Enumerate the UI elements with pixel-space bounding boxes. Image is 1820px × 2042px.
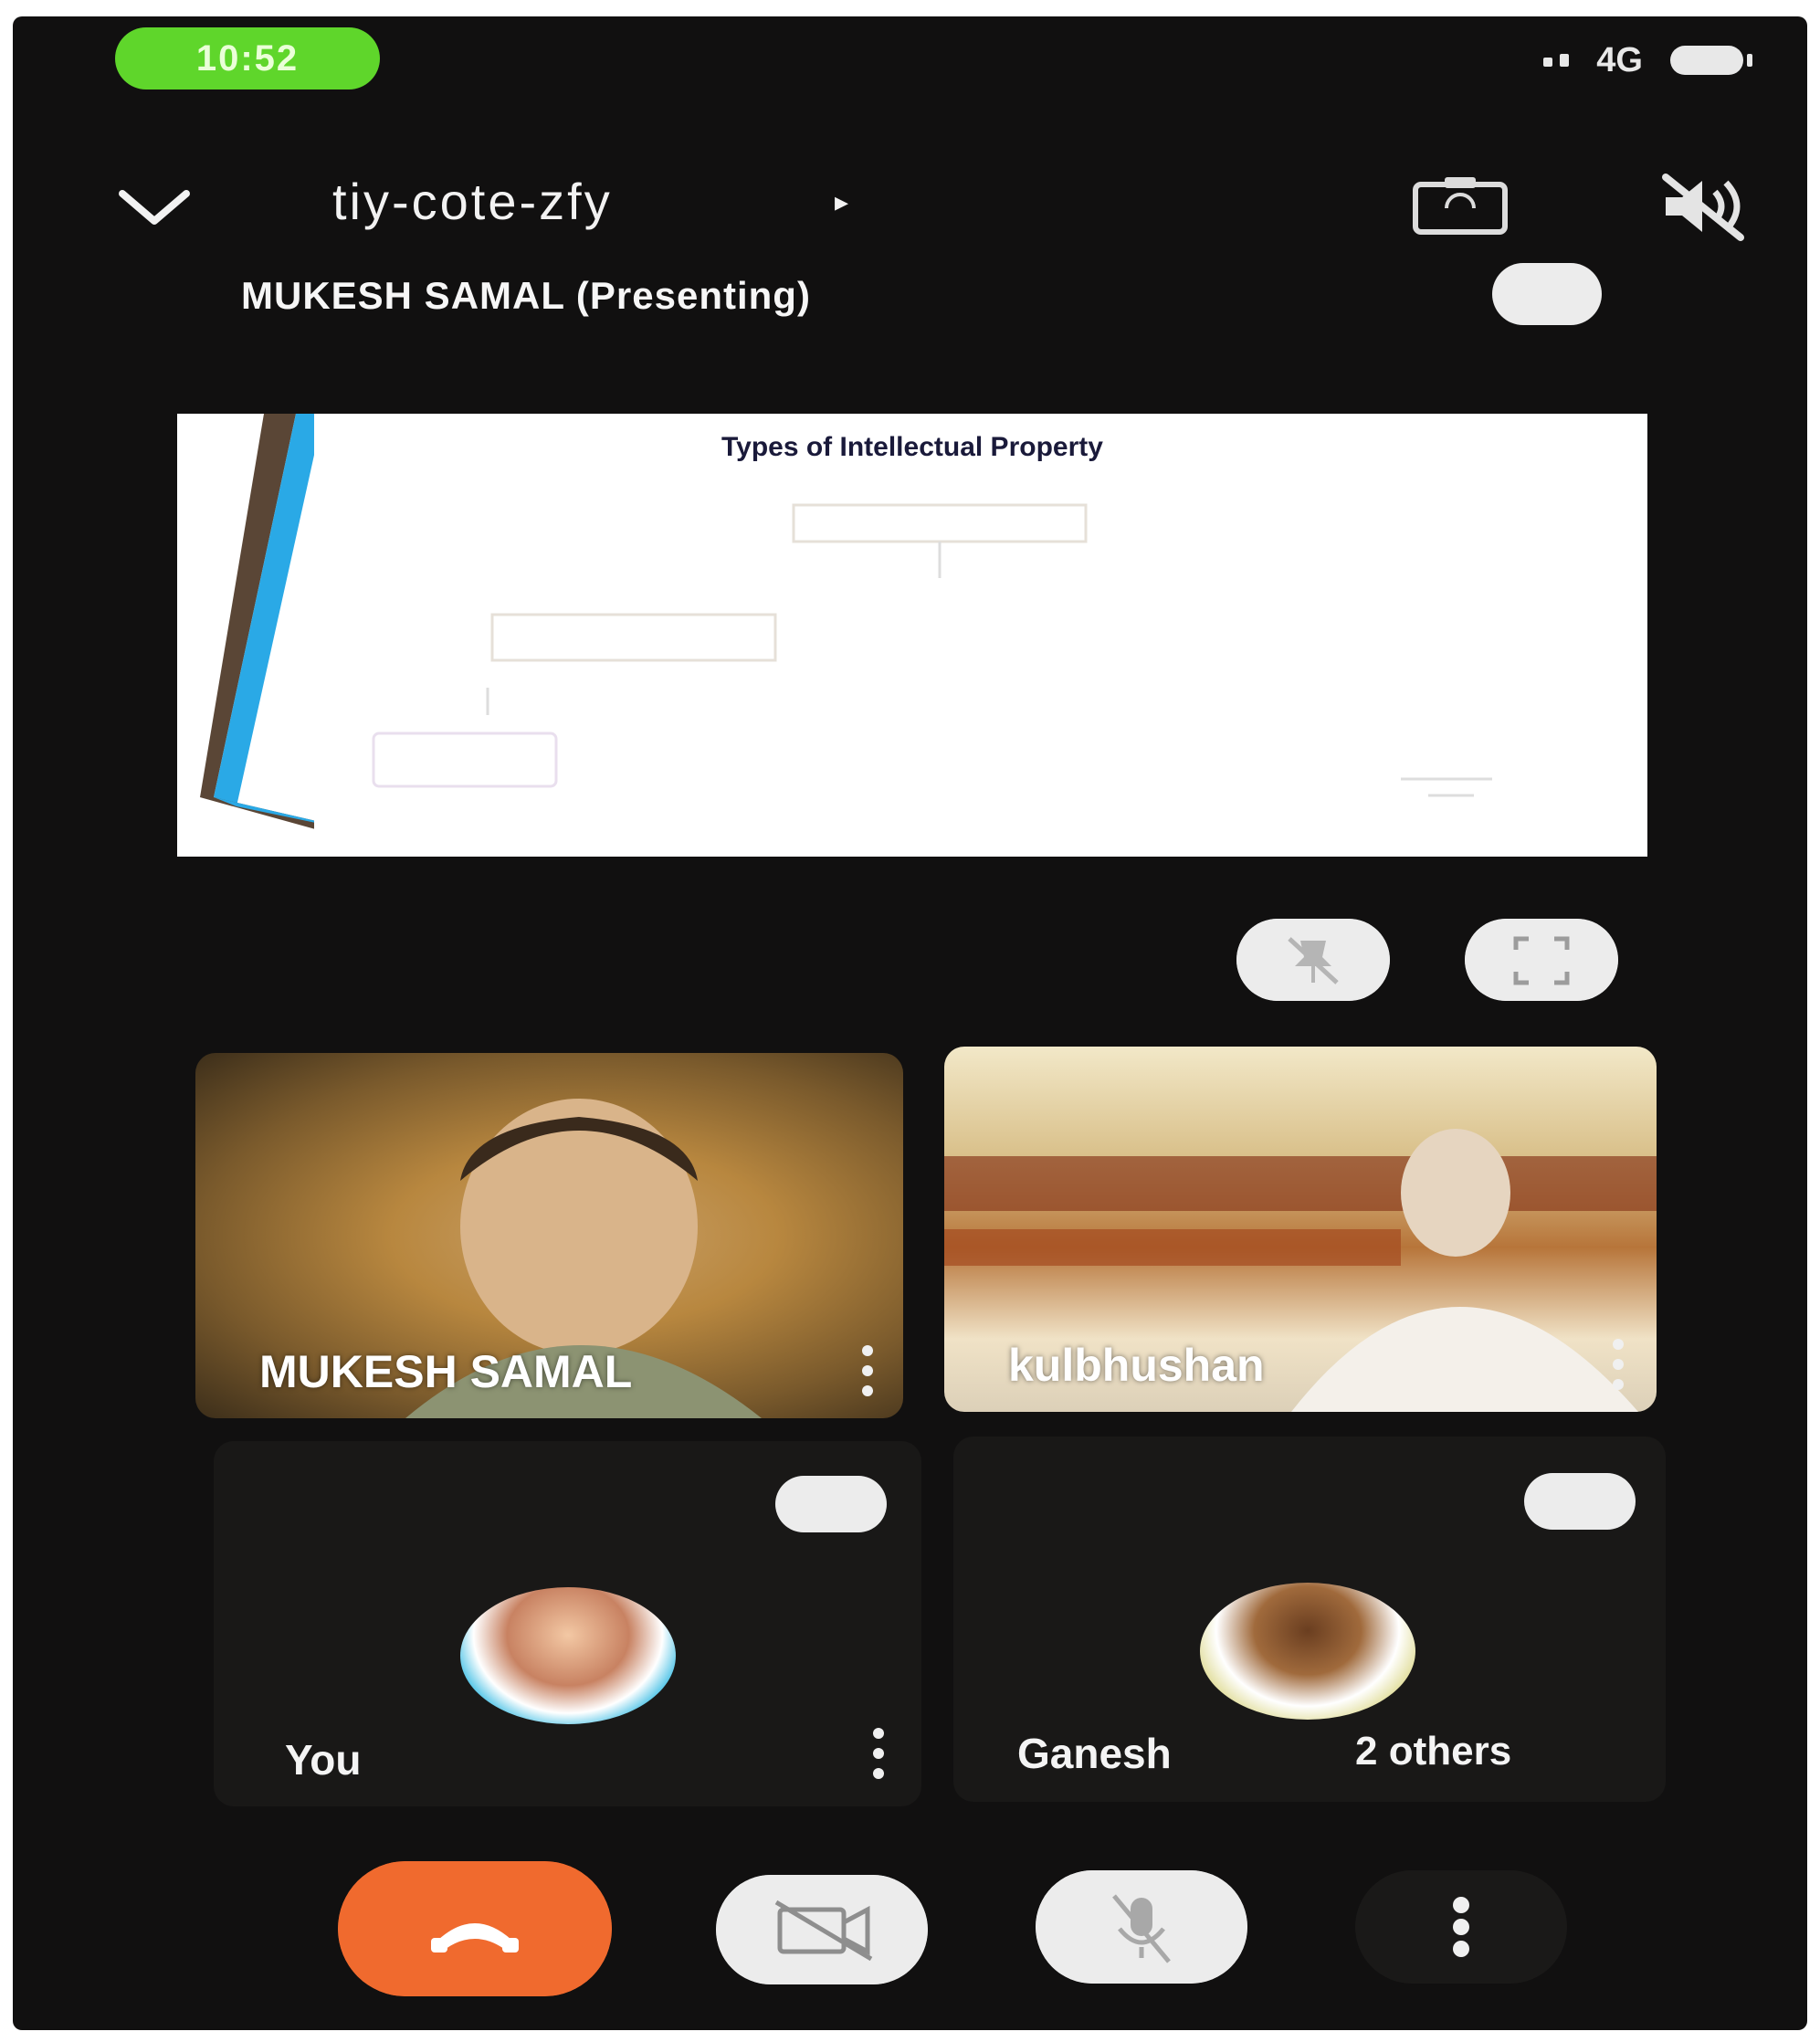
status-clock: 10:52 [115, 27, 380, 89]
pin-off-icon[interactable] [1236, 919, 1390, 1001]
slide-diagram [372, 503, 1492, 797]
shared-screen[interactable]: Types of Intellectual Property [177, 414, 1647, 857]
more-vertical-icon[interactable] [1611, 1337, 1625, 1392]
avatar [1200, 1583, 1415, 1720]
clock-text: 10:52 [195, 37, 300, 79]
participant-name: MUKESH SAMAL [259, 1346, 633, 1397]
meet-call-screen: 10:52 4G tiy-cote-zfy ▸ MUKESH SAMAL (Pr… [13, 16, 1807, 2030]
audio-off-icon[interactable] [1657, 170, 1748, 243]
phone-hangup-icon[interactable] [338, 1861, 612, 1996]
more-vertical-icon[interactable] [860, 1343, 875, 1398]
presenter-mic-indicator [1492, 263, 1602, 325]
fullscreen-icon[interactable] [1465, 919, 1618, 1001]
mic-indicator [1524, 1473, 1636, 1530]
avatar [460, 1587, 676, 1724]
meeting-code[interactable]: tiy-cote-zfy [332, 172, 613, 231]
others-count[interactable]: 2 others [1355, 1729, 1511, 1774]
participant-name: You [285, 1736, 362, 1784]
participant-tile-mukesh[interactable]: MUKESH SAMAL [195, 1053, 903, 1418]
status-indicators: 4G [1543, 33, 1752, 88]
mic-indicator [775, 1476, 887, 1532]
participant-tile-kulbhushan[interactable]: kulbhushan [944, 1047, 1657, 1412]
presenter-label: MUKESH SAMAL (Presenting) [241, 274, 811, 317]
mic-off-icon[interactable] [1036, 1870, 1247, 1984]
participant-tile-you[interactable]: You [214, 1441, 921, 1806]
camera-off-icon[interactable] [716, 1875, 928, 1984]
more-vertical-icon[interactable] [871, 1726, 886, 1781]
participant-tile-ganesh[interactable]: Ganesh 2 others [953, 1437, 1666, 1802]
camera-switch-icon[interactable] [1410, 174, 1510, 237]
signal-strength-icon [1543, 54, 1570, 67]
participant-name: kulbhushan [1008, 1340, 1265, 1391]
battery-icon [1670, 46, 1752, 75]
network-type: 4G [1596, 40, 1643, 79]
participant-name: Ganesh [1017, 1730, 1172, 1777]
more-vertical-icon[interactable] [1355, 1870, 1567, 1984]
chevron-down-icon[interactable] [113, 179, 195, 234]
meeting-details-arrow-icon[interactable]: ▸ [835, 186, 848, 218]
